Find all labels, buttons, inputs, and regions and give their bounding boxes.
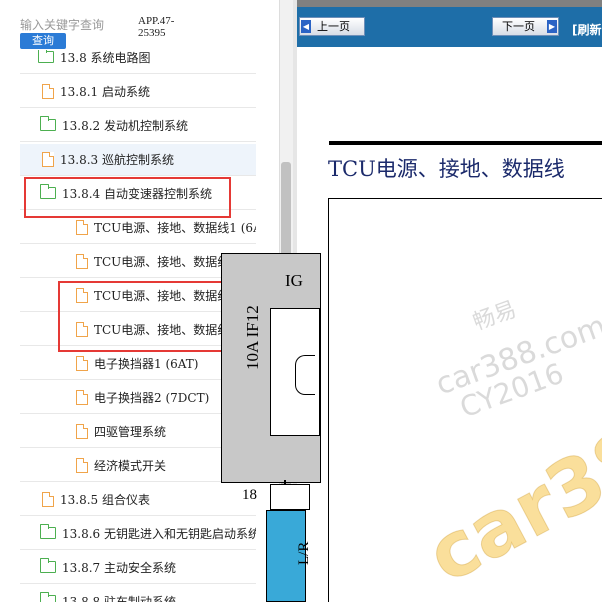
tree-item-label: 13.8.1 启动系统 (60, 85, 150, 99)
viewer-nav-bar: ◀ 上一页 下一页 ▶ [刷新 (297, 7, 602, 47)
tree-item-label: 13.8.6 无钥匙进入和无钥匙启动系统 (62, 527, 256, 541)
tree-item-label: 电子换挡器2 (7DCT) (94, 391, 210, 405)
tree-item-label: 13.8.7 主动安全系统 (62, 561, 176, 575)
highlight-box-1 (24, 177, 231, 218)
search-button[interactable]: 查询 (20, 33, 66, 49)
fuse-label: 10A IF12 (243, 305, 262, 370)
document-viewer: ◀ 上一页 下一页 ▶ [刷新 TCU电源、接地、数据线 (297, 0, 602, 602)
document-title: TCU电源、接地、数据线 (328, 157, 565, 181)
search-input[interactable] (20, 16, 134, 34)
folder-icon (38, 48, 54, 63)
diagram-frame (328, 198, 602, 602)
ig-label: IG (285, 271, 303, 290)
tree-item-label: 电子换挡器1 (6AT) (94, 357, 199, 371)
title-rule (329, 141, 602, 145)
tree-item[interactable]: 13.8.2 发动机控制系统 (20, 110, 256, 142)
tree-item-label: 13.8.2 发动机控制系统 (62, 119, 188, 133)
refresh-link[interactable]: [刷新 (572, 21, 602, 38)
app-version: APP.47- 25395 (138, 15, 174, 39)
tree-item-label: 13.8.8 驻车制动系统 (62, 595, 176, 602)
file-icon (76, 220, 88, 235)
file-icon (42, 152, 54, 167)
prev-page-label: 上一页 (317, 20, 350, 33)
file-icon (42, 492, 54, 507)
app-version-line1: APP.47- (138, 15, 175, 27)
tree-item[interactable]: 13.8.7 主动安全系统 (20, 552, 256, 584)
viewer-top-strip (297, 0, 602, 7)
folder-icon (40, 592, 56, 602)
tree-item[interactable]: 13.8.6 无钥匙进入和无钥匙启动系统 (20, 518, 256, 550)
tree-item[interactable]: 13.8.8 驻车制动系统 (20, 586, 256, 602)
arrow-left-icon: ◀ (301, 20, 311, 33)
prev-page-button[interactable]: ◀ 上一页 (299, 17, 365, 36)
folder-icon (40, 116, 56, 131)
folder-icon (40, 558, 56, 573)
file-icon (76, 458, 88, 473)
tree-item[interactable]: 13.8.1 启动系统 (20, 76, 256, 108)
tree-item[interactable]: 13.8.3 巡航控制系统 (20, 144, 256, 176)
file-icon (76, 390, 88, 405)
folder-icon (40, 524, 56, 539)
pin-label: 18 (242, 487, 257, 503)
next-page-label: 下一页 (502, 20, 535, 33)
pin-box (270, 484, 310, 510)
coil-symbol (295, 355, 315, 395)
tree-item-label: 经济模式开关 (94, 459, 167, 473)
tree-item-label: 四驱管理系统 (94, 425, 167, 439)
app-version-line2: 25395 (138, 27, 166, 39)
tree-item[interactable]: 13.8.5 组合仪表 (20, 484, 256, 516)
file-icon (76, 254, 88, 269)
next-page-button[interactable]: 下一页 ▶ (492, 17, 559, 36)
file-icon (76, 356, 88, 371)
file-icon (42, 84, 54, 99)
file-icon (76, 424, 88, 439)
search-area: 查询 APP.47- 25395 (0, 0, 279, 50)
tree-item-label: 13.8.5 组合仪表 (60, 493, 150, 507)
wire-color-label: L/R (296, 541, 312, 565)
arrow-right-icon: ▶ (547, 20, 557, 33)
tree-item-label: 13.8.3 巡航控制系统 (60, 153, 174, 167)
